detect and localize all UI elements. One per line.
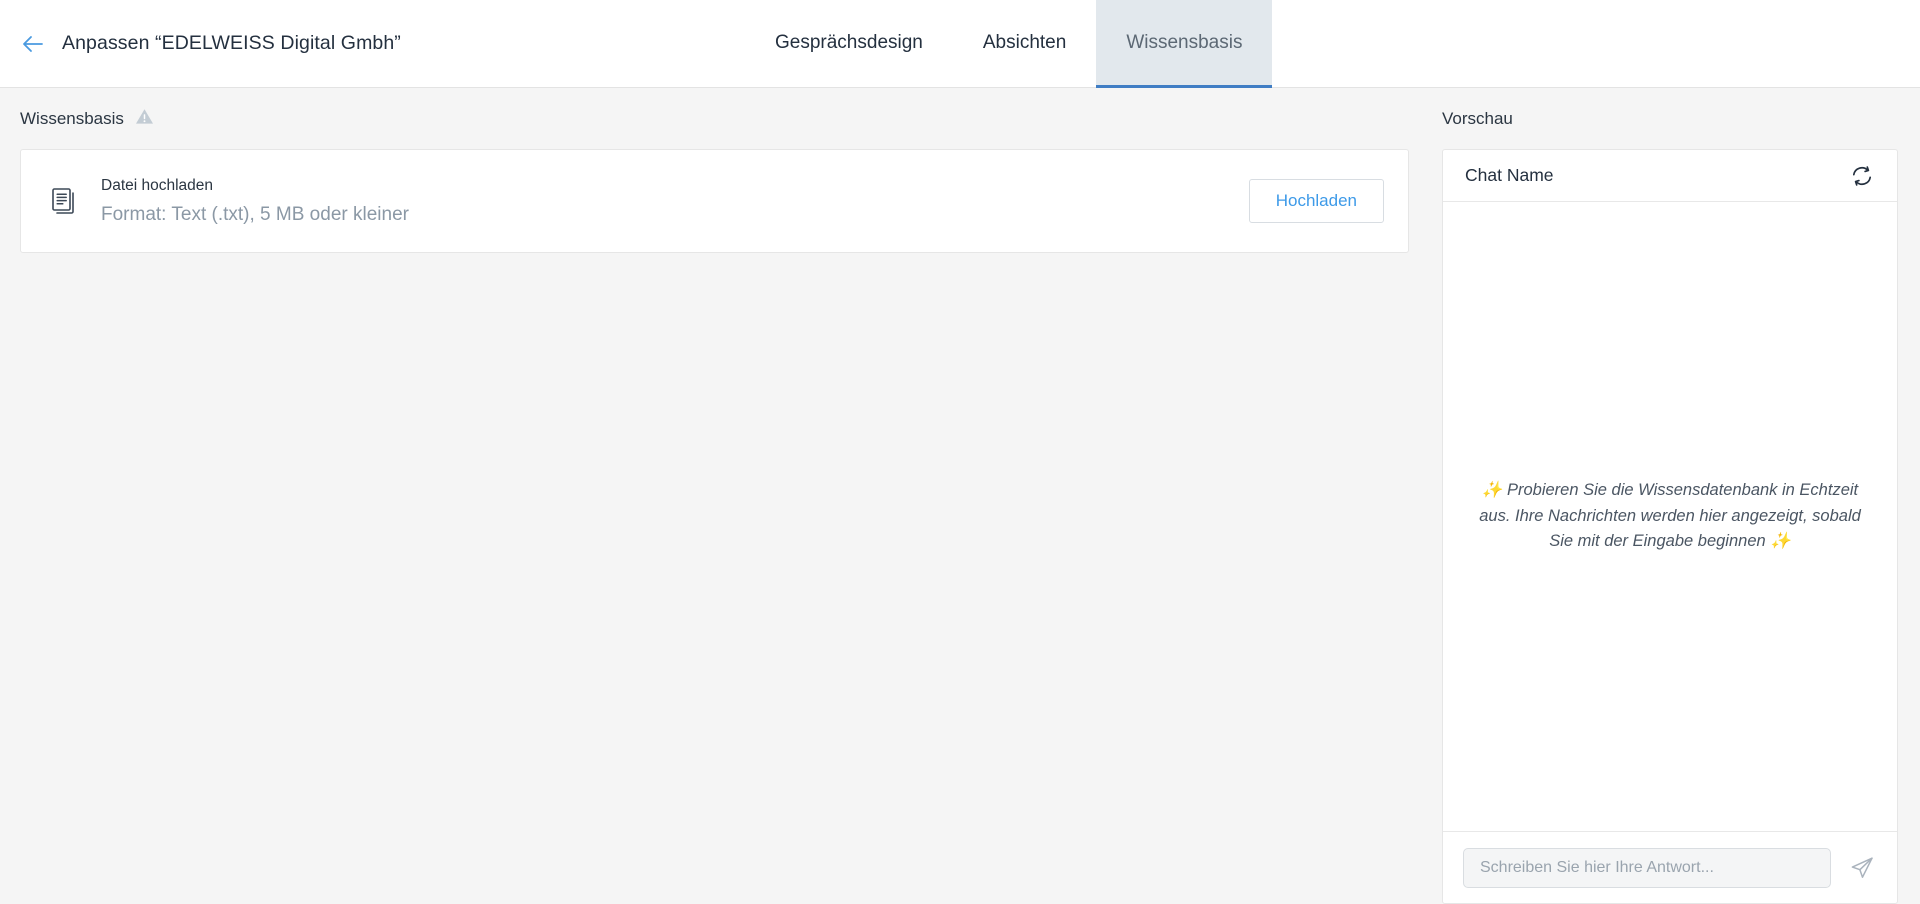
chat-empty-state-text: ✨ Probieren Sie die Wissensdatenbank in … bbox=[1479, 481, 1861, 551]
knowledge-base-column: Wissensbasis Datei hochladen Format: Tex… bbox=[0, 88, 1420, 904]
file-upload-card: Datei hochladen Format: Text (.txt), 5 M… bbox=[20, 149, 1409, 253]
tab-gespraechsdesign[interactable]: Gesprächsdesign bbox=[745, 0, 953, 88]
chat-message-area: ✨ Probieren Sie die Wissensdatenbank in … bbox=[1443, 202, 1897, 831]
tab-label: Wissensbasis bbox=[1126, 31, 1243, 53]
upload-card-format-hint: Format: Text (.txt), 5 MB oder kleiner bbox=[101, 203, 409, 225]
preview-title: Vorschau bbox=[1442, 109, 1513, 128]
chat-message-input[interactable] bbox=[1463, 847, 1831, 888]
chat-name-label: Chat Name bbox=[1465, 165, 1554, 185]
preview-column: Vorschau Chat Name ✨ Probieren Sie die W… bbox=[1442, 88, 1920, 904]
chat-composer bbox=[1443, 831, 1897, 903]
page-title: Anpassen “EDELWEISS Digital Gmbh” bbox=[62, 32, 401, 54]
header-left-group: Anpassen “EDELWEISS Digital Gmbh” bbox=[0, 0, 401, 87]
tab-bar: Gesprächsdesign Absichten Wissensbasis bbox=[745, 0, 1273, 88]
upload-button[interactable]: Hochladen bbox=[1248, 179, 1384, 223]
arrow-left-icon[interactable] bbox=[20, 31, 46, 57]
warning-triangle-icon bbox=[135, 108, 154, 130]
chat-panel-header: Chat Name bbox=[1443, 150, 1897, 202]
section-title: Wissensbasis bbox=[20, 109, 124, 128]
knowledge-base-section-header: Wissensbasis bbox=[20, 108, 1420, 130]
tab-wissensbasis[interactable]: Wissensbasis bbox=[1096, 0, 1273, 88]
tab-label: Absichten bbox=[982, 31, 1067, 53]
tab-label: Gesprächsdesign bbox=[775, 31, 923, 53]
chat-preview-panel: Chat Name ✨ Probieren Sie die Wissensdat… bbox=[1442, 149, 1898, 904]
send-paper-plane-icon[interactable] bbox=[1845, 851, 1879, 885]
app-header: Anpassen “EDELWEISS Digital Gmbh” Gesprä… bbox=[0, 0, 1920, 88]
upload-card-title: Datei hochladen bbox=[101, 176, 214, 194]
refresh-icon[interactable] bbox=[1847, 161, 1877, 191]
document-icon bbox=[51, 188, 77, 214]
page-body: Wissensbasis Datei hochladen Format: Tex… bbox=[0, 88, 1920, 904]
preview-section-header: Vorschau bbox=[1442, 108, 1898, 130]
tab-absichten[interactable]: Absichten bbox=[953, 0, 1096, 88]
upload-card-texts: Datei hochladen Format: Text (.txt), 5 M… bbox=[101, 177, 1249, 226]
